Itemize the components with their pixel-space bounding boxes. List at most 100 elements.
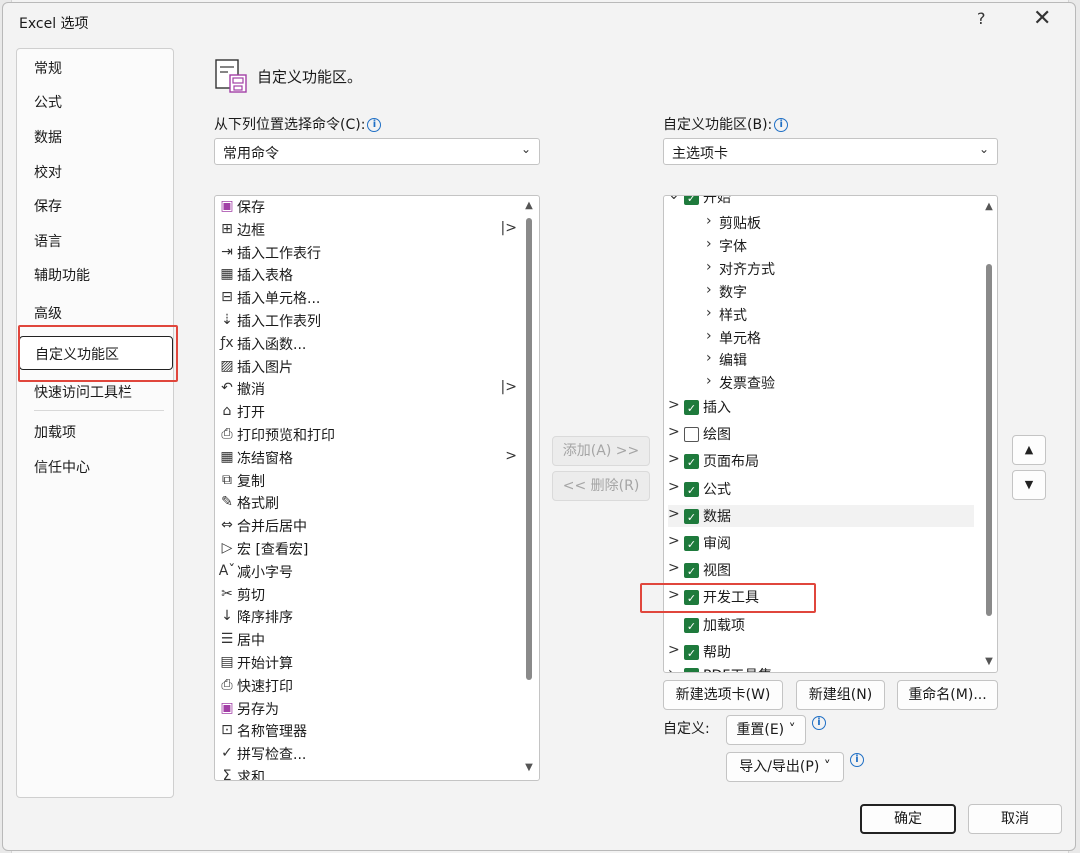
- tree-row-tab[interactable]: > ✓ 帮助: [668, 641, 968, 663]
- tree-row-tab[interactable]: > ✓ 开发工具: [668, 586, 968, 608]
- command-list-item[interactable]: ✓ 拼写检查...: [215, 743, 517, 765]
- expander-icon[interactable]: >: [668, 479, 680, 495]
- commands-from-select[interactable]: 常用命令 ⌄: [214, 138, 540, 165]
- ribbon-tree-scrollbar[interactable]: ▲ ▼: [982, 196, 996, 672]
- nav-item-customize-ribbon[interactable]: 自定义功能区: [19, 336, 173, 370]
- expanded-icon[interactable]: ⌄: [668, 196, 680, 203]
- command-list-item[interactable]: ⇥ 插入工作表行: [215, 242, 517, 264]
- tree-row-pdf-tools[interactable]: › ✓ PDF工具集: [668, 664, 968, 672]
- command-list-item[interactable]: ▨ 插入图片: [215, 356, 517, 378]
- command-list-item[interactable]: ⎙ 打印预览和打印: [215, 424, 517, 446]
- expander-icon[interactable]: >: [668, 424, 680, 440]
- expander-icon[interactable]: ›: [706, 328, 718, 344]
- command-list-item[interactable]: ⊟ 插入单元格...: [215, 287, 517, 309]
- command-list-item[interactable]: ✂ 剪切: [215, 584, 517, 606]
- nav-item-data[interactable]: 数据: [34, 127, 62, 147]
- command-list-item[interactable]: ▣ 另存为: [215, 698, 517, 720]
- tree-group-item[interactable]: › 字体: [706, 235, 906, 257]
- checkbox-checked[interactable]: ✓: [684, 454, 699, 470]
- command-list-item[interactable]: ⇣ 插入工作表列: [215, 310, 517, 332]
- info-icon[interactable]: i: [774, 118, 789, 132]
- ok-button[interactable]: 确定: [860, 804, 956, 834]
- command-list-item[interactable]: Σ 求和: [215, 766, 517, 780]
- expander-icon[interactable]: >: [668, 642, 680, 658]
- command-list-item[interactable]: ☰ 居中: [215, 629, 517, 651]
- move-up-button[interactable]: ▲: [1012, 435, 1046, 465]
- command-list-item[interactable]: ▤ 开始计算: [215, 652, 517, 674]
- nav-item-add-ins[interactable]: 加载项: [34, 422, 76, 442]
- checkbox-checked[interactable]: ✓: [684, 644, 699, 660]
- expander-icon[interactable]: ›: [706, 373, 718, 389]
- command-list-item[interactable]: ▦ 插入表格: [215, 264, 517, 286]
- close-button[interactable]: ✕: [1033, 6, 1051, 31]
- expander-icon[interactable]: ›: [706, 350, 718, 366]
- tree-row-tab[interactable]: > 绘图: [668, 423, 968, 445]
- info-icon[interactable]: i: [850, 753, 864, 767]
- expander-icon[interactable]: >: [668, 560, 680, 576]
- tree-row-tab[interactable]: > ✓ 页面布局: [668, 450, 968, 472]
- expander-icon[interactable]: >: [668, 397, 680, 413]
- reset-button[interactable]: 重置(E) ˅: [726, 715, 806, 745]
- command-list-item[interactable]: ⌂ 打开: [215, 401, 517, 423]
- nav-item-trust-center[interactable]: 信任中心: [34, 457, 90, 477]
- cancel-button[interactable]: 取消: [968, 804, 1062, 834]
- nav-item-proofing[interactable]: 校对: [34, 162, 62, 182]
- tree-row-tab[interactable]: > ✓ 插入: [668, 396, 968, 418]
- tree-row-tab[interactable]: > ✓ 公式: [668, 478, 968, 500]
- tree-group-item[interactable]: › 剪贴板: [706, 212, 906, 234]
- expander-icon[interactable]: ›: [706, 213, 718, 229]
- command-list-item[interactable]: ▣ 保存: [215, 196, 517, 218]
- move-down-button[interactable]: ▼: [1012, 470, 1046, 500]
- scroll-thumb[interactable]: [526, 218, 532, 680]
- nav-item-general[interactable]: 常规: [34, 58, 62, 78]
- expander-icon[interactable]: >: [668, 506, 680, 522]
- command-list-item[interactable]: ▦ 冻结窗格 >: [215, 447, 517, 469]
- expander-icon[interactable]: ›: [706, 259, 718, 275]
- command-list-item[interactable]: ƒx 插入函数...: [215, 333, 517, 355]
- tree-group-item[interactable]: › 数字: [706, 281, 906, 303]
- tree-row-tab[interactable]: > ✓ 审阅: [668, 532, 968, 554]
- command-list-item[interactable]: ↓ 降序排序: [215, 606, 517, 628]
- scroll-up-icon[interactable]: ▲: [522, 200, 536, 211]
- checkbox-checked[interactable]: ✓: [684, 617, 699, 633]
- tree-group-item[interactable]: › 样式: [706, 304, 906, 326]
- expander-icon[interactable]: ›: [706, 236, 718, 252]
- expander-icon[interactable]: ›: [706, 305, 718, 321]
- info-icon[interactable]: i: [812, 716, 826, 730]
- nav-item-accessibility[interactable]: 辅助功能: [34, 265, 90, 285]
- command-list-item[interactable]: ↶ 撤消 |>: [215, 378, 517, 400]
- command-list-item[interactable]: ⎙ 快速打印: [215, 675, 517, 697]
- new-tab-button[interactable]: 新建选项卡(W): [663, 680, 783, 710]
- nav-item-language[interactable]: 语言: [34, 231, 62, 251]
- command-list-item[interactable]: ⧉ 复制: [215, 470, 517, 492]
- tree-row-tab[interactable]: > ✓ 数据: [668, 504, 974, 527]
- command-list-item[interactable]: ⇔ 合并后居中: [215, 515, 517, 537]
- nav-item-formulas[interactable]: 公式: [34, 92, 62, 112]
- tree-row-home[interactable]: ⌄ ✓ 开始: [668, 196, 968, 208]
- expander-icon[interactable]: ›: [668, 665, 680, 672]
- expander-icon[interactable]: >: [668, 587, 680, 603]
- checkbox-checked[interactable]: ✓: [684, 668, 699, 672]
- tree-group-item[interactable]: › 编辑: [706, 349, 906, 371]
- checkbox-checked[interactable]: ✓: [684, 508, 699, 524]
- tree-group-item[interactable]: › 对齐方式: [706, 258, 906, 280]
- info-icon[interactable]: i: [367, 118, 382, 132]
- command-list-item[interactable]: ✎ 格式刷: [215, 492, 517, 514]
- checkbox-checked[interactable]: ✓: [684, 481, 699, 497]
- tree-row-tab[interactable]: > ✓ 视图: [668, 559, 968, 581]
- rename-button[interactable]: 重命名(M)...: [897, 680, 998, 710]
- command-list-item[interactable]: Aˇ 减小字号: [215, 561, 517, 583]
- import-export-button[interactable]: 导入/导出(P) ˅: [726, 752, 844, 782]
- nav-item-advanced[interactable]: 高级: [34, 303, 62, 323]
- checkbox-checked[interactable]: ✓: [684, 400, 699, 415]
- checkbox-checked[interactable]: ✓: [684, 590, 699, 606]
- scroll-down-icon[interactable]: ▼: [982, 656, 996, 667]
- command-list-item[interactable]: ▷ 宏 [查看宏]: [215, 538, 517, 560]
- expander-icon[interactable]: >: [668, 533, 680, 549]
- tree-row-tab[interactable]: ✓ 加载项: [668, 614, 968, 636]
- tree-group-item[interactable]: › 发票查验: [706, 372, 906, 394]
- expander-icon[interactable]: >: [668, 451, 680, 467]
- ribbon-tabs-select[interactable]: 主选项卡 ⌄: [663, 138, 998, 165]
- checkbox-unchecked[interactable]: [684, 427, 699, 443]
- commands-scrollbar[interactable]: ▲ ▼: [522, 196, 536, 780]
